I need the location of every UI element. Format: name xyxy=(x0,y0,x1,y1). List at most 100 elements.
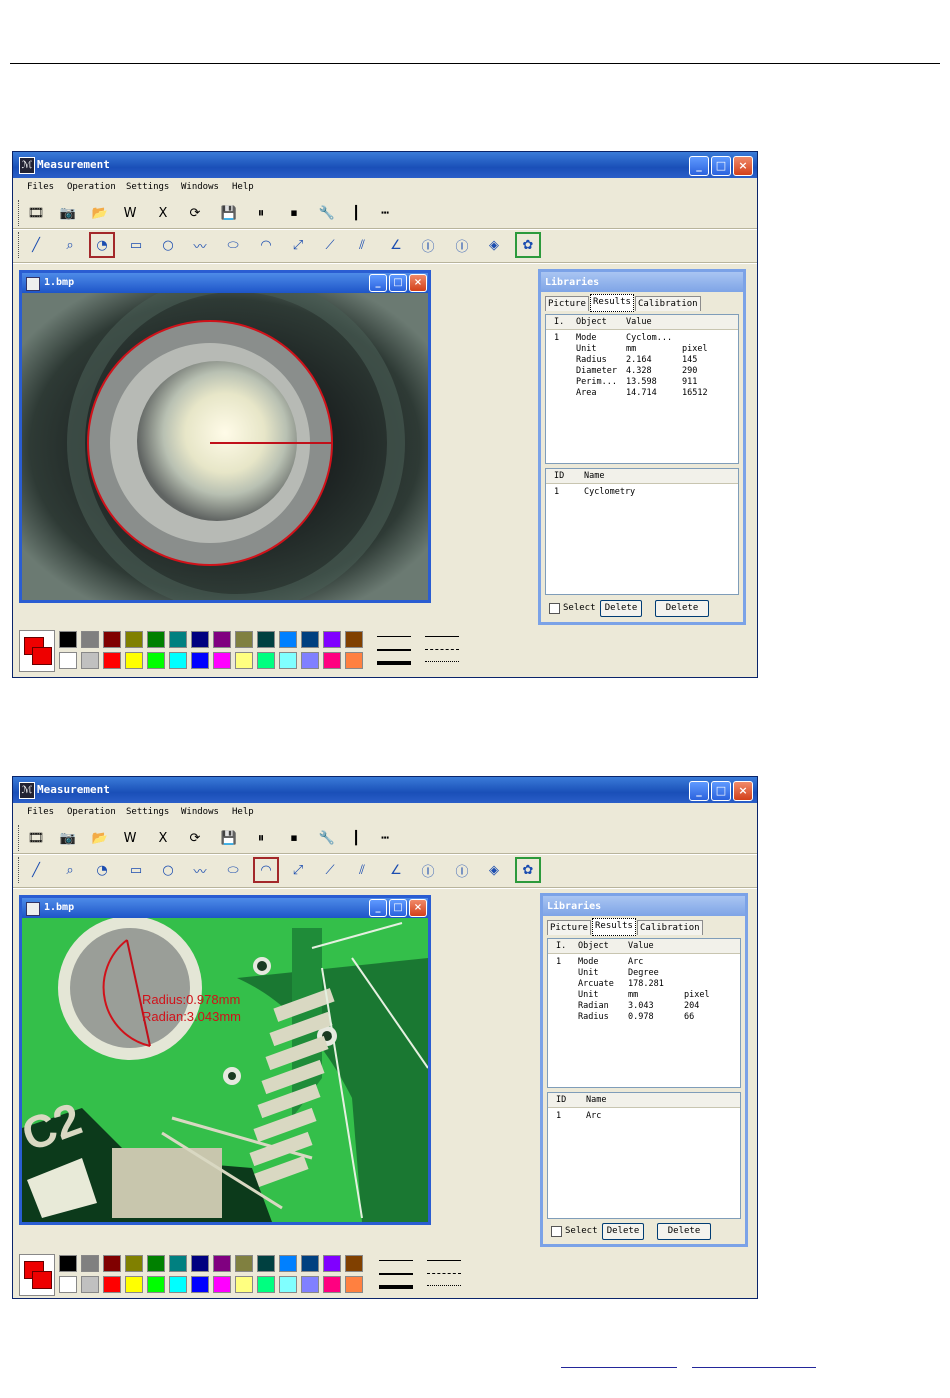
pause-icon[interactable]: ⏸ xyxy=(248,200,274,226)
rectangle-icon[interactable]: ▭ xyxy=(123,232,149,258)
tab-results[interactable]: Results xyxy=(590,294,634,312)
result-row[interactable]: Area 14.714 16512 xyxy=(546,388,738,399)
horizontal-measure-icon[interactable]: Ⓘ xyxy=(449,232,475,258)
circle-three-point-icon[interactable]: ◔ xyxy=(89,857,115,883)
color-swatch[interactable] xyxy=(235,652,253,669)
polyline-icon[interactable]: 〰 xyxy=(187,232,213,258)
color-swatch[interactable] xyxy=(213,631,231,648)
color-swatch[interactable] xyxy=(191,1276,209,1293)
color-swatch[interactable] xyxy=(125,1255,143,1272)
camera-icon[interactable]: 📷 xyxy=(55,200,81,226)
excel-icon[interactable]: X xyxy=(150,825,176,851)
color-swatch[interactable] xyxy=(81,631,99,648)
maximize-button[interactable]: □ xyxy=(711,781,731,801)
select-checkbox[interactable] xyxy=(551,1226,562,1237)
color-swatch[interactable] xyxy=(279,652,297,669)
menu-windows[interactable]: Windows xyxy=(181,182,219,192)
ruler-horizontal-icon[interactable]: ┅ xyxy=(372,200,398,226)
color-swatch[interactable] xyxy=(279,631,297,648)
pcb-canvas[interactable]: Radius:0.978mm Radian:3.043mm C2 xyxy=(22,918,428,1222)
menu-help[interactable]: Help xyxy=(232,182,254,192)
arc-icon[interactable]: ◠ xyxy=(253,232,279,258)
color-swatch[interactable] xyxy=(213,1276,231,1293)
parallel-lines-icon[interactable]: ⫽ xyxy=(349,857,375,883)
menu-settings[interactable]: Settings xyxy=(126,807,169,817)
color-swatch[interactable] xyxy=(235,1276,253,1293)
line-width-selector[interactable] xyxy=(377,1256,415,1294)
pause-icon[interactable]: ⏸ xyxy=(248,825,274,851)
color-swatch[interactable] xyxy=(191,1255,209,1272)
color-swatch[interactable] xyxy=(125,1276,143,1293)
menu-files[interactable]: Files xyxy=(27,807,54,817)
zoom-icon[interactable]: ⌕ xyxy=(57,857,83,883)
delete-button[interactable]: Delete xyxy=(602,1223,644,1240)
polyline-icon[interactable]: 〰 xyxy=(187,857,213,883)
color-swatch[interactable] xyxy=(191,652,209,669)
color-swatch[interactable] xyxy=(323,1255,341,1272)
close-button[interactable]: × xyxy=(733,781,753,801)
point-line-icon[interactable]: ⟋ xyxy=(317,857,343,883)
color-swatch[interactable] xyxy=(257,1255,275,1272)
menu-windows[interactable]: Windows xyxy=(181,807,219,817)
color-swatch[interactable] xyxy=(235,631,253,648)
circle-icon[interactable]: ○ xyxy=(155,857,181,883)
color-swatch[interactable] xyxy=(169,652,187,669)
circle-three-point-icon[interactable]: ◔ xyxy=(89,232,115,258)
tab-results[interactable]: Results xyxy=(592,918,636,936)
wrench-icon[interactable]: 🔧 xyxy=(314,825,340,851)
color-swatch[interactable] xyxy=(301,631,319,648)
minimize-button[interactable]: _ xyxy=(689,156,709,176)
color-swatch[interactable] xyxy=(279,1276,297,1293)
color-swatch[interactable] xyxy=(103,631,121,648)
color-swatch[interactable] xyxy=(81,1255,99,1272)
color-swatch[interactable] xyxy=(323,652,341,669)
line-style-selector[interactable] xyxy=(425,1256,463,1294)
color-swatch[interactable] xyxy=(257,652,275,669)
open-folder-icon[interactable]: 📂 xyxy=(87,825,113,851)
ellipse-icon[interactable]: ⬭ xyxy=(220,857,246,883)
menu-help[interactable]: Help xyxy=(232,807,254,817)
menu-settings[interactable]: Settings xyxy=(126,182,169,192)
color-swatch[interactable] xyxy=(147,1255,165,1272)
angle-icon[interactable]: ∠ xyxy=(383,857,409,883)
ruler-vertical-icon[interactable]: ┃ xyxy=(343,825,369,851)
current-color[interactable] xyxy=(19,1254,55,1296)
color-swatch[interactable] xyxy=(59,652,77,669)
circle-icon[interactable]: ○ xyxy=(155,232,181,258)
angle-icon[interactable]: ∠ xyxy=(383,232,409,258)
result-row[interactable]: Unit Degree xyxy=(548,968,740,979)
film-icon[interactable]: 🎞 xyxy=(23,825,49,851)
color-swatch[interactable] xyxy=(213,1255,231,1272)
color-swatch[interactable] xyxy=(169,1255,187,1272)
select-checkbox[interactable] xyxy=(549,603,560,614)
arc-icon[interactable]: ◠ xyxy=(253,857,279,883)
current-color[interactable] xyxy=(19,630,55,672)
ruler-vertical-icon[interactable]: ┃ xyxy=(343,200,369,226)
color-swatch[interactable] xyxy=(147,1276,165,1293)
save-icon[interactable]: 💾 xyxy=(216,200,242,226)
result-row[interactable]: Radius 0.978 66 xyxy=(548,1012,740,1023)
point-line-icon[interactable]: ⟋ xyxy=(317,232,343,258)
vertical-measure-icon[interactable]: Ⓘ xyxy=(415,857,441,883)
excel-icon[interactable]: X xyxy=(150,200,176,226)
color-swatch[interactable] xyxy=(323,1276,341,1293)
palette-icon[interactable]: ✿ xyxy=(515,857,541,883)
color-swatch[interactable] xyxy=(103,1276,121,1293)
color-swatch[interactable] xyxy=(147,652,165,669)
result-row[interactable]: Perim... 13.598 911 xyxy=(546,377,738,388)
point-to-point-icon[interactable]: ⤢ xyxy=(285,857,311,883)
color-swatch[interactable] xyxy=(59,1255,77,1272)
line-tool-icon[interactable]: ╱ xyxy=(23,857,49,883)
word-icon[interactable]: W xyxy=(117,825,143,851)
color-swatch[interactable] xyxy=(81,1276,99,1293)
maximize-button[interactable]: □ xyxy=(711,156,731,176)
ruler-horizontal-icon[interactable]: ┅ xyxy=(372,825,398,851)
diamond-icon[interactable]: ◈ xyxy=(481,232,507,258)
result-row[interactable]: Unit mm pixel xyxy=(546,344,738,355)
menu-operation[interactable]: Operation xyxy=(67,182,116,192)
color-swatch[interactable] xyxy=(301,1276,319,1293)
stop-icon[interactable]: ⏹ xyxy=(281,200,307,226)
result-row[interactable]: 1 Mode Arc xyxy=(548,957,740,968)
image-maximize-button[interactable]: □ xyxy=(389,899,407,917)
list-item[interactable]: 1 Arc xyxy=(548,1111,740,1122)
